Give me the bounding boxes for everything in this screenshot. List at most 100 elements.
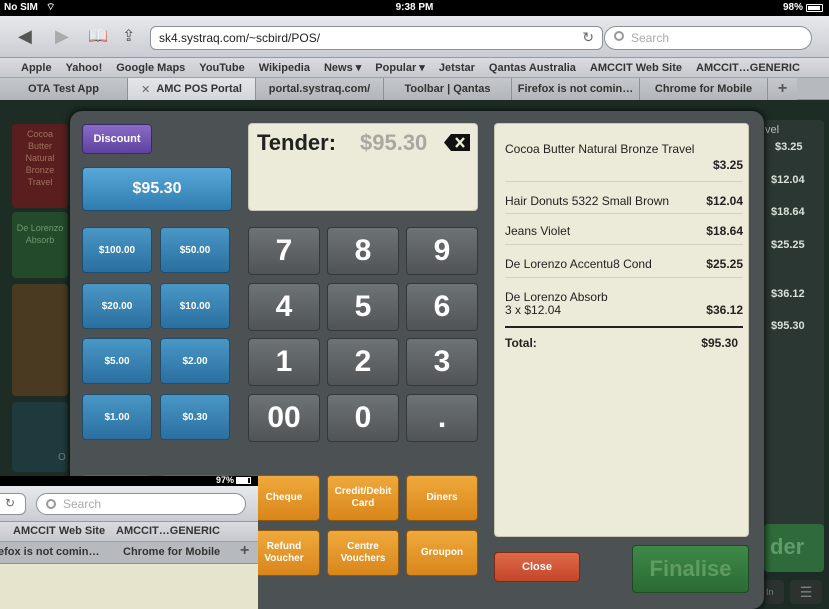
new-tab-button[interactable]: +: [768, 78, 797, 100]
product-tile[interactable]: De Lorenzo Absorb: [12, 212, 68, 278]
centre-vouchers-button[interactable]: Centre Vouchers: [327, 530, 399, 576]
close-button[interactable]: Close: [494, 552, 580, 582]
url-field[interactable]: sk4.systraq.com/~scbird/POS/ ↻: [150, 26, 603, 50]
tab-amc-pos[interactable]: ✕ AMC POS Portal: [128, 78, 256, 100]
bookmark-item[interactable]: AMCCIT Web Site: [13, 525, 105, 537]
reload-icon[interactable]: ↻: [582, 29, 594, 46]
quick-amount-button[interactable]: $10.00: [160, 283, 230, 329]
bg-login-fragment[interactable]: In: [764, 580, 784, 604]
share-icon[interactable]: ⇪: [122, 26, 135, 46]
overlay-status-bar: 97%: [0, 475, 258, 486]
discount-button[interactable]: Discount: [82, 124, 152, 154]
bookmark-item[interactable]: Qantas Australia: [489, 62, 576, 74]
bg-price: $36.12: [771, 288, 805, 300]
bookmark-item[interactable]: Popular ▾: [375, 61, 425, 74]
tab-portal[interactable]: portal.systraq.com/: [256, 78, 384, 100]
quick-amount-button[interactable]: $2.00: [160, 338, 230, 384]
new-tab-button[interactable]: +: [240, 542, 249, 560]
back-icon[interactable]: ◀: [18, 26, 32, 47]
tab-label: Chrome for Mobile: [654, 83, 753, 95]
bookmark-item[interactable]: AMCCIT…GENERIC: [696, 62, 800, 74]
tab-chrome[interactable]: Chrome for Mobile: [640, 78, 768, 100]
key-3[interactable]: 3: [406, 338, 478, 386]
tab-ota[interactable]: OTA Test App: [0, 78, 128, 100]
key-1[interactable]: 1: [248, 338, 320, 386]
bookmark-item[interactable]: Yahoo!: [66, 62, 103, 74]
bg-price: $95.30: [771, 320, 805, 332]
receipt-line: Cocoa Butter Natural Bronze Travel $3.25: [505, 132, 743, 182]
key-9[interactable]: 9: [406, 227, 478, 275]
overlay-search-placeholder: Search: [63, 497, 102, 511]
tab-label: Toolbar | Qantas: [404, 83, 491, 95]
bookmark-item[interactable]: Google Maps: [116, 62, 185, 74]
receipt-line: De Lorenzo Accentu8 Cond $25.25: [505, 245, 743, 278]
groupon-button[interactable]: Groupon: [406, 530, 478, 576]
overlay-url-field[interactable]: ↻: [0, 493, 26, 515]
item-name: De Lorenzo Absorb: [505, 290, 608, 304]
product-image[interactable]: [12, 284, 68, 396]
quick-amount-button[interactable]: $50.00: [160, 227, 230, 273]
battery-icon: [806, 4, 823, 12]
item-name: De Lorenzo Accentu8 Cond: [505, 257, 652, 271]
tab-label: portal.systraq.com/: [268, 83, 371, 95]
item-price: $25.25: [706, 257, 743, 271]
menu-icon[interactable]: ☰: [790, 580, 822, 604]
search-field[interactable]: Search: [604, 26, 812, 50]
bookmark-item[interactable]: Wikipedia: [259, 62, 310, 74]
finalise-button[interactable]: Finalise: [632, 545, 749, 593]
tab-qantas[interactable]: Toolbar | Qantas: [384, 78, 512, 100]
backspace-icon[interactable]: [444, 134, 470, 151]
item-price: $12.04: [706, 194, 743, 208]
key-4[interactable]: 4: [248, 283, 320, 331]
tab-firefox[interactable]: Firefox is not comin…: [512, 78, 640, 100]
bookmark-item[interactable]: YouTube: [199, 62, 244, 74]
tab-label: Firefox is not comin…: [517, 83, 634, 95]
tab-bar: OTA Test App ✕ AMC POS Portal portal.syst…: [0, 78, 829, 100]
key-decimal[interactable]: .: [406, 394, 478, 442]
total-amount: $95.30: [701, 336, 738, 350]
screen: No SIM ⌔ 9:38 PM 98% ◀ ▶ 📖 ⇪ sk4.systraq…: [0, 0, 829, 609]
key-00[interactable]: 00: [248, 394, 320, 442]
receipt-line: De Lorenzo Absorb 3 x $12.04 $36.12: [505, 278, 743, 328]
key-6[interactable]: 6: [406, 283, 478, 331]
receipt-line: Hair Donuts 5322 Small Brown $12.04: [505, 182, 743, 214]
quick-amount-button[interactable]: $5.00: [82, 338, 152, 384]
key-7[interactable]: 7: [248, 227, 320, 275]
exact-amount-button[interactable]: $95.30: [82, 167, 232, 211]
quick-amount-button[interactable]: $100.00: [82, 227, 152, 273]
bookmark-item[interactable]: News ▾: [324, 61, 361, 74]
bookmark-item[interactable]: AMCCIT…GENERIC: [116, 525, 220, 537]
bookmark-item[interactable]: Apple: [21, 62, 52, 74]
bg-tender-button[interactable]: der: [764, 524, 824, 572]
refund-voucher-button[interactable]: Refund Voucher: [248, 530, 320, 576]
key-2[interactable]: 2: [327, 338, 399, 386]
tab-label: AMC POS Portal: [156, 83, 242, 95]
key-0[interactable]: 0: [327, 394, 399, 442]
forward-icon[interactable]: ▶: [55, 26, 69, 47]
overlay-battery-percent: 97%: [216, 475, 235, 485]
bookmarks-bar: Apple Yahoo! Google Maps YouTube Wikiped…: [0, 58, 829, 78]
close-tab-icon[interactable]: ✕: [141, 83, 150, 96]
tab-firefox[interactable]: efox is not comin…: [0, 546, 99, 558]
product-tile[interactable]: Cocoa Butter Natural Bronze Travel: [12, 124, 68, 208]
diners-button[interactable]: Diners: [406, 475, 478, 521]
overlay-search-field[interactable]: Search: [36, 493, 246, 515]
tab-chrome[interactable]: Chrome for Mobile: [123, 546, 220, 558]
bookmark-item[interactable]: AMCCIT Web Site: [590, 62, 682, 74]
quick-amount-button[interactable]: $20.00: [82, 283, 152, 329]
item-price: $18.64: [706, 224, 743, 238]
key-5[interactable]: 5: [327, 283, 399, 331]
receipt-panel: Cocoa Butter Natural Bronze Travel $3.25…: [494, 123, 749, 537]
cheque-button[interactable]: Cheque: [248, 475, 320, 521]
bookmark-item[interactable]: Jetstar: [439, 62, 475, 74]
bookmarks-icon[interactable]: 📖: [88, 26, 108, 46]
bg-price: $12.04: [771, 174, 805, 186]
key-8[interactable]: 8: [327, 227, 399, 275]
credit-debit-button[interactable]: Credit/Debit Card: [327, 475, 399, 521]
quick-amount-button[interactable]: $0.30: [160, 394, 230, 440]
item-name: Hair Donuts 5322 Small Brown: [505, 194, 670, 208]
status-bar: No SIM ⌔ 9:38 PM 98%: [0, 0, 829, 16]
bg-item-fragment: vel: [765, 124, 780, 136]
bg-price: $25.25: [771, 239, 805, 251]
quick-amount-button[interactable]: $1.00: [82, 394, 152, 440]
